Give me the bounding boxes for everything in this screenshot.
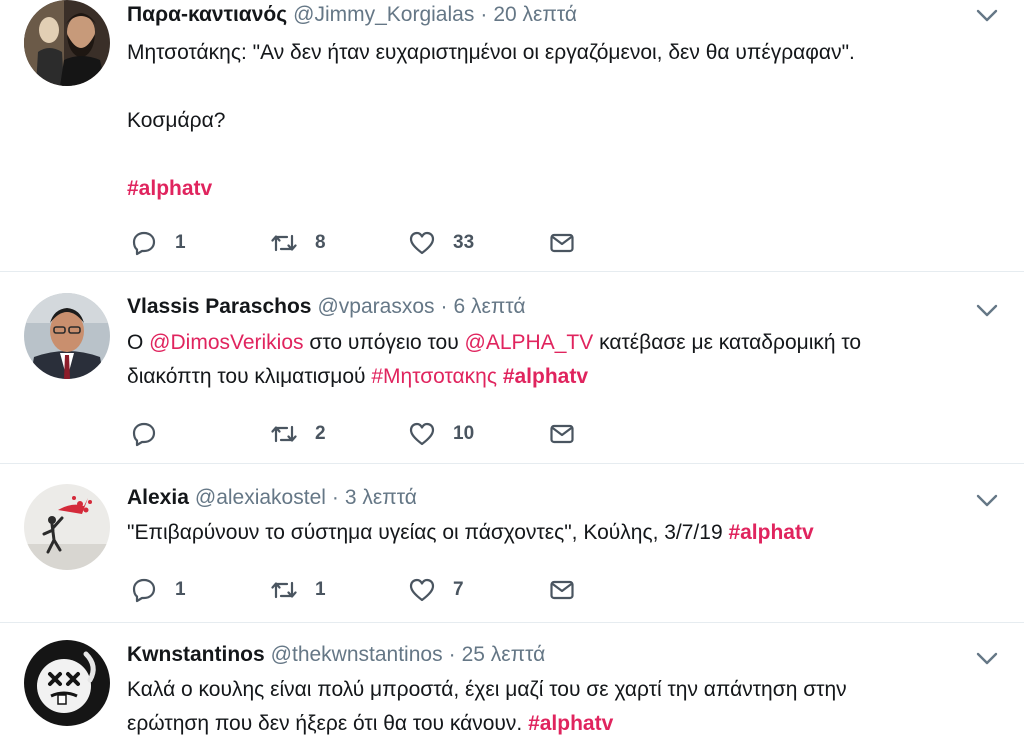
tweet-text-segment: στο υπόγειο του	[303, 331, 465, 354]
like-button[interactable]: 7	[409, 576, 464, 604]
like-icon	[409, 577, 435, 603]
reply-button[interactable]: 1	[131, 576, 186, 604]
tweet-text-segment: διακόπτη του κλιματισμού	[127, 365, 372, 388]
tweet[interactable]: Alexia @alexiakostel · 3 λεπτά "Επιβαρύνουν…	[0, 464, 1024, 623]
avatar[interactable]	[24, 484, 110, 570]
reply-count: 1	[175, 232, 186, 253]
user-handle[interactable]: @thekwnstantinos	[271, 643, 443, 666]
reply-icon	[131, 421, 157, 447]
chevron-down-icon[interactable]	[976, 494, 998, 508]
chevron-down-icon[interactable]	[976, 304, 998, 318]
tweet-text: Μητσοτάκης: "Αν δεν ήταν ευχαριστημένοι …	[127, 36, 997, 206]
tweet-text: "Επιβαρύνουν το σύστημα υγείας οι πάσχον…	[127, 516, 997, 550]
user-name[interactable]: Alexia	[127, 486, 189, 509]
direct-message-button[interactable]	[549, 576, 575, 604]
user-handle[interactable]: @alexiakostel	[195, 486, 326, 509]
tweet-text-segment: "Επιβαρύνουν το σύστημα υγείας οι πάσχον…	[127, 521, 729, 544]
avatar[interactable]	[24, 0, 110, 86]
tweet-text: Ο @DimosVerikios στο υπόγειο του @ALPHA_…	[127, 326, 997, 394]
tweet[interactable]: Παρα-καντιανός @Jimmy_Korgialas · 20 λεπτά …	[0, 0, 1024, 272]
tweet[interactable]: Kwnstantinos @thekwnstantinos · 25 λεπτά Κα…	[0, 623, 1024, 754]
like-button[interactable]: 10	[409, 420, 474, 448]
retweet-count: 8	[315, 232, 326, 253]
hashtag-link[interactable]: #alphatv	[728, 521, 813, 544]
chevron-down-icon[interactable]	[976, 9, 998, 23]
timestamp[interactable]: 6 λεπτά	[454, 295, 526, 318]
hashtag-link[interactable]: #alphatv	[503, 365, 588, 388]
user-name[interactable]: Kwnstantinos	[127, 643, 265, 666]
like-count: 7	[453, 579, 464, 600]
reply-icon	[131, 230, 157, 256]
hashtag-link[interactable]: #alphatv	[528, 712, 613, 735]
like-count: 33	[453, 232, 475, 253]
direct-message-icon	[549, 230, 575, 256]
avatar[interactable]	[24, 640, 110, 726]
reply-button[interactable]	[131, 420, 175, 448]
direct-message-button[interactable]	[549, 229, 575, 257]
timestamp[interactable]: 20 λεπτά	[493, 3, 577, 26]
tweet[interactable]: Vlassis Paraschos @vparasxos · 6 λεπτά Ο @D…	[0, 272, 1024, 464]
like-icon	[409, 421, 435, 447]
tweet-text-segment: ερώτηση που δεν ήξερε ότι θα του κάνουν.	[127, 712, 529, 735]
user-handle[interactable]: @vparasxos	[317, 295, 434, 318]
like-count: 10	[453, 423, 475, 444]
user-name[interactable]: Vlassis Paraschos	[127, 295, 311, 318]
retweet-icon	[271, 230, 297, 256]
like-icon	[409, 230, 435, 256]
direct-message-icon	[549, 577, 575, 603]
tweet-text-segment: κατέβασε με καταδρομική το	[593, 331, 862, 354]
retweet-count: 2	[315, 423, 326, 444]
retweet-button[interactable]: 1	[271, 576, 326, 604]
retweet-icon	[271, 421, 297, 447]
direct-message-button[interactable]	[549, 420, 575, 448]
direct-message-icon	[549, 421, 575, 447]
retweet-count: 1	[315, 579, 326, 600]
separator-dot: ·	[440, 295, 448, 318]
tweet-text-segment: Ο	[127, 331, 150, 354]
like-button[interactable]: 33	[409, 229, 474, 257]
mention-link[interactable]: @DimosVerikios	[149, 331, 303, 354]
mention-link[interactable]: @ALPHA_TV	[465, 331, 594, 354]
tweet-text-line: Καλά ο κουλης είναι πολύ μπροστά, έχει μ…	[127, 678, 847, 701]
user-handle[interactable]: @Jimmy_Korgialas	[293, 3, 474, 26]
retweet-button[interactable]: 2	[271, 420, 326, 448]
reply-button[interactable]: 1	[131, 229, 186, 257]
retweet-icon	[271, 577, 297, 603]
user-name[interactable]: Παρα-καντιανός	[127, 3, 287, 26]
tweet-text: Καλά ο κουλης είναι πολύ μπροστά, έχει μ…	[127, 673, 997, 741]
retweet-button[interactable]: 8	[271, 229, 326, 257]
avatar[interactable]	[24, 293, 110, 379]
separator-dot: ·	[480, 3, 488, 26]
timestamp[interactable]: 25 λεπτά	[462, 643, 546, 666]
separator-dot: ·	[448, 643, 456, 666]
separator-dot: ·	[331, 486, 339, 509]
tweet-text-line: Μητσοτάκης: "Αν δεν ήταν ευχαριστημένοι …	[127, 41, 855, 64]
hashtag-link[interactable]: #alphatv	[127, 177, 212, 200]
reply-icon	[131, 577, 157, 603]
hashtag-link[interactable]: #Μητσοτακης	[371, 365, 497, 388]
chevron-down-icon[interactable]	[976, 652, 998, 666]
tweet-text-line: Κοσμάρα?	[127, 109, 226, 132]
reply-count: 1	[175, 579, 186, 600]
timestamp[interactable]: 3 λεπτά	[345, 486, 417, 509]
